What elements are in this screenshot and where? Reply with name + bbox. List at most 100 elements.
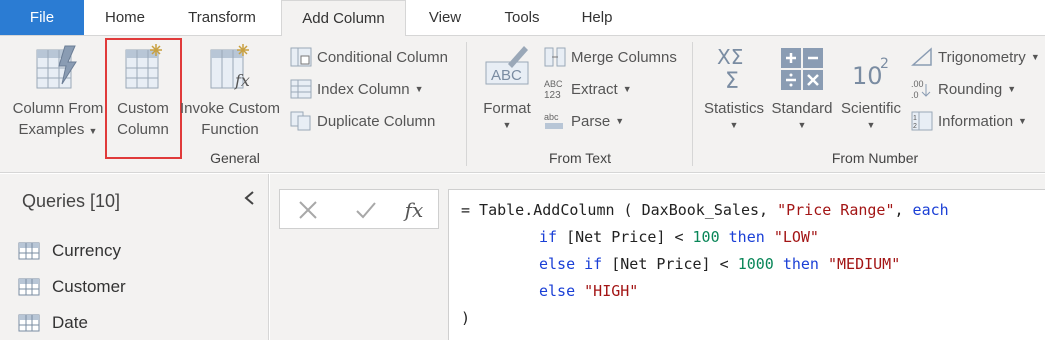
group-label-from-text: From Text <box>549 150 611 166</box>
trigonometry-dropdown-icon: ▼ <box>1030 52 1040 62</box>
extract-button[interactable]: ABC 123 Extract ▼ <box>543 76 632 102</box>
tab-file[interactable]: File <box>0 0 84 35</box>
rounding-button[interactable]: .00.0 Rounding ▼ <box>910 76 1016 102</box>
scientific-button[interactable]: 10 2 Scientific ▼ <box>838 42 904 131</box>
ribbon-tab-bar: File Home Transform Add Column View Tool… <box>0 0 1045 36</box>
commit-formula-icon[interactable] <box>352 196 380 224</box>
information-icon: 12 <box>910 111 934 131</box>
scientific-dropdown-icon: ▼ <box>866 120 876 130</box>
svg-text:ABC: ABC <box>544 79 563 89</box>
svg-text:.00: .00 <box>911 79 924 89</box>
formula-line-1: = Table.AddColumn ( DaxBook_Sales, "Pric… <box>461 201 949 219</box>
svg-text:fx: fx <box>234 71 250 90</box>
group-separator <box>466 42 467 166</box>
formula-line-3: else if [Net Price] < 1000 then "MEDIUM" <box>539 255 901 273</box>
svg-text:ABC: ABC <box>491 67 522 84</box>
invoke-custom-function-line1: Invoke Custom <box>179 100 281 117</box>
index-column-label: Index Column <box>317 80 410 98</box>
column-from-examples-line2: Examples ▼ <box>18 121 98 138</box>
svg-text:abc: abc <box>544 112 559 122</box>
parse-dropdown-icon: ▼ <box>615 116 625 126</box>
format-icon: ABC <box>485 46 529 85</box>
scientific-icon: 10 2 <box>852 56 889 90</box>
extract-icon: ABC 123 <box>543 79 567 100</box>
duplicate-column-button[interactable]: Duplicate Column <box>289 108 435 134</box>
statistics-label: Statistics <box>703 100 764 117</box>
standard-label: Standard <box>771 100 833 117</box>
index-column-dropdown-icon: ▼ <box>414 84 424 94</box>
invoke-custom-function-icon: fx <box>210 44 250 90</box>
svg-text:123: 123 <box>544 90 561 100</box>
parse-label: Parse <box>571 112 611 130</box>
group-label-general: General <box>210 150 260 166</box>
tab-help[interactable]: Help <box>570 0 624 35</box>
cancel-formula-icon[interactable] <box>294 196 322 224</box>
parse-button[interactable]: abc Parse ▼ <box>543 108 624 134</box>
table-icon <box>18 242 40 260</box>
index-column-button[interactable]: Index Column ▼ <box>289 76 423 102</box>
format-dropdown-icon: ▼ <box>502 120 512 130</box>
svg-text:.0: .0 <box>911 90 919 100</box>
queries-title: Queries [10] <box>22 191 121 211</box>
information-button[interactable]: 12 Information ▼ <box>910 108 1027 134</box>
merge-columns-icon <box>543 47 567 67</box>
trigonometry-label: Trigonometry <box>938 48 1026 66</box>
query-item-date[interactable]: Date <box>18 310 88 336</box>
invoke-custom-function-button[interactable]: fx Invoke Custom Function <box>178 42 282 140</box>
extract-label: Extract <box>571 80 618 98</box>
query-item-customer[interactable]: Customer <box>18 274 126 300</box>
formula-bar-buttons: fx <box>279 189 439 229</box>
trigonometry-button[interactable]: Trigonometry ▼ <box>910 44 1040 70</box>
conditional-column-button[interactable]: Conditional Column <box>289 44 448 70</box>
statistics-dropdown-icon: ▼ <box>729 120 739 130</box>
merge-columns-label: Merge Columns <box>571 48 677 66</box>
ribbon: Column From Examples ▼ Custom Column fx … <box>0 35 1045 184</box>
column-from-examples-line1: Column From <box>12 100 104 117</box>
tab-transform[interactable]: Transform <box>176 0 268 35</box>
statistics-icon: XΣ Σ <box>717 45 743 92</box>
query-item-label: Customer <box>52 277 126 296</box>
rounding-label: Rounding <box>938 80 1003 98</box>
column-from-examples-button[interactable]: Column From Examples ▼ <box>8 42 108 142</box>
standard-icon <box>781 48 823 90</box>
formula-line-4: else "HIGH" <box>539 282 639 300</box>
information-label: Information <box>938 112 1014 130</box>
extract-dropdown-icon: ▼ <box>622 84 632 94</box>
query-item-label: Date <box>52 313 88 332</box>
queries-pane: Queries [10] Currency Customer Date <box>0 174 269 340</box>
tab-add-column[interactable]: Add Column <box>281 0 406 36</box>
invoke-custom-function-line2: Function <box>201 121 259 138</box>
svg-text:2: 2 <box>913 123 917 130</box>
conditional-column-label: Conditional Column <box>317 48 448 66</box>
tab-view[interactable]: View <box>418 0 472 35</box>
svg-text:2: 2 <box>880 56 889 72</box>
standard-button[interactable]: Standard ▼ <box>769 42 835 131</box>
group-label-from-number: From Number <box>831 150 919 166</box>
tab-home[interactable]: Home <box>96 0 154 35</box>
tab-tools[interactable]: Tools <box>494 0 550 35</box>
formula-bar-input[interactable]: = Table.AddColumn ( DaxBook_Sales, "Pric… <box>448 189 1045 340</box>
rounding-dropdown-icon: ▼ <box>1007 84 1017 94</box>
standard-dropdown-icon: ▼ <box>797 120 807 130</box>
duplicate-column-icon <box>289 111 313 131</box>
scientific-label: Scientific <box>840 100 902 117</box>
table-icon <box>18 278 40 296</box>
custom-column-highlight-box <box>105 38 182 159</box>
column-from-examples-icon <box>36 45 77 89</box>
fx-icon[interactable]: fx <box>400 196 428 224</box>
query-item-label: Currency <box>52 241 121 260</box>
index-column-icon <box>289 79 313 99</box>
conditional-column-icon <box>289 47 313 67</box>
duplicate-column-label: Duplicate Column <box>317 112 436 130</box>
format-button[interactable]: ABC Format ▼ <box>478 42 536 131</box>
svg-text:10: 10 <box>852 62 883 90</box>
formula-line-5: ) <box>461 309 471 327</box>
svg-text:Σ: Σ <box>725 69 739 92</box>
collapse-pane-icon[interactable] <box>243 190 255 211</box>
svg-text:XΣ: XΣ <box>717 45 743 69</box>
parse-icon: abc <box>543 111 567 131</box>
merge-columns-button[interactable]: Merge Columns <box>543 44 677 70</box>
query-item-currency[interactable]: Currency <box>18 238 121 264</box>
statistics-button[interactable]: XΣ Σ Statistics ▼ <box>702 42 766 131</box>
formula-line-2: if [Net Price] < 100 then "LOW" <box>539 228 819 246</box>
